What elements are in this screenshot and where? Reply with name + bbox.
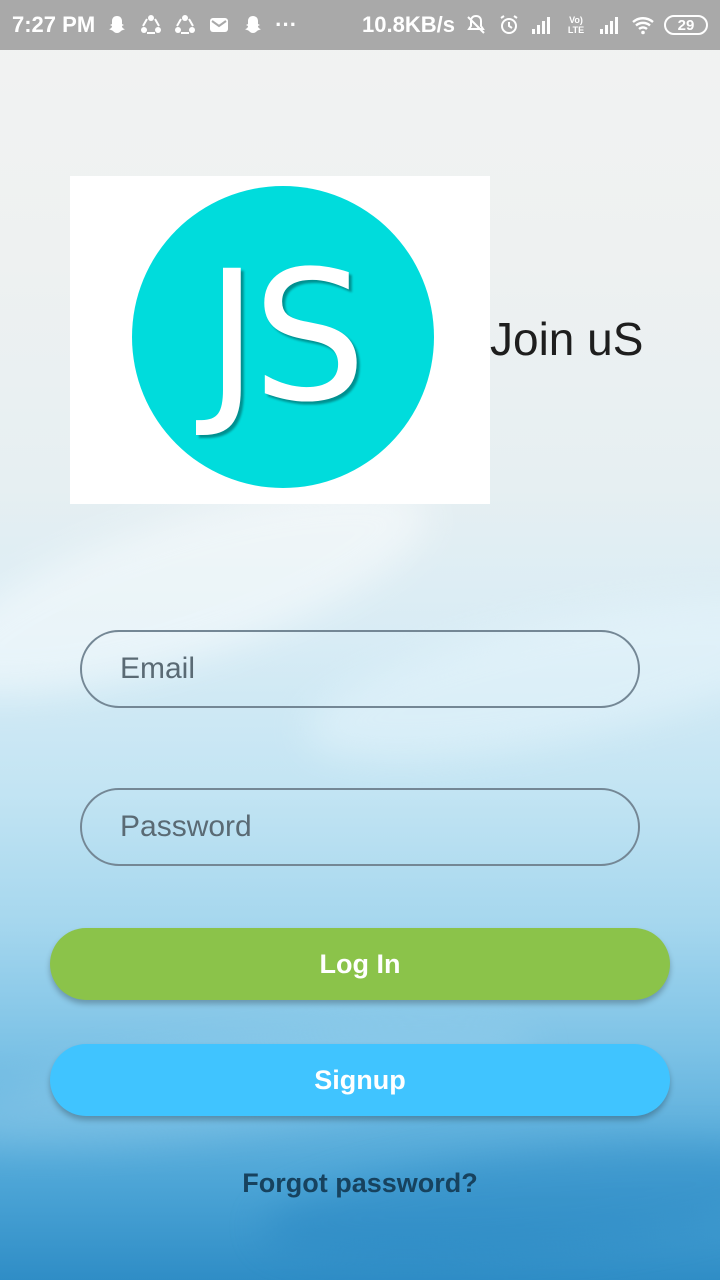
- page-title: Join uS: [490, 313, 644, 365]
- status-bar-right: 10.8KB/s Vo) LTE 29: [362, 12, 708, 38]
- signal-icon: [598, 13, 622, 37]
- login-screen: 7:27 PM ··· 10.8KB/s Vo) LTE 29 JS Join …: [0, 0, 720, 1280]
- network-speed: 10.8KB/s: [362, 12, 455, 37]
- status-bar: 7:27 PM ··· 10.8KB/s Vo) LTE 29: [0, 0, 720, 50]
- wifi-icon: [631, 13, 655, 37]
- forgot-password-link[interactable]: Forgot password?: [0, 1168, 720, 1199]
- app-logo: JS: [70, 176, 490, 504]
- logo-circle: JS: [132, 186, 434, 488]
- status-time: 7:27 PM: [12, 12, 96, 37]
- shareit-icon: [173, 13, 197, 37]
- signal-icon: [530, 13, 554, 37]
- shareit-icon: [139, 13, 163, 37]
- volte-icon: Vo) LTE: [567, 15, 585, 35]
- battery-icon: 29: [664, 15, 708, 35]
- status-bar-left: 7:27 PM ···: [12, 12, 297, 38]
- email-field[interactable]: [80, 630, 640, 708]
- login-button[interactable]: Log In: [50, 928, 670, 1000]
- signup-button[interactable]: Signup: [50, 1044, 670, 1116]
- background-streak: [256, 1121, 720, 1279]
- mute-icon: [464, 13, 488, 37]
- snapchat-icon: [241, 13, 265, 37]
- alarm-icon: [497, 13, 521, 37]
- mail-icon: [207, 13, 231, 37]
- snapchat-icon: [105, 13, 129, 37]
- password-field[interactable]: [80, 788, 640, 866]
- more-notifications-indicator: ···: [275, 12, 298, 37]
